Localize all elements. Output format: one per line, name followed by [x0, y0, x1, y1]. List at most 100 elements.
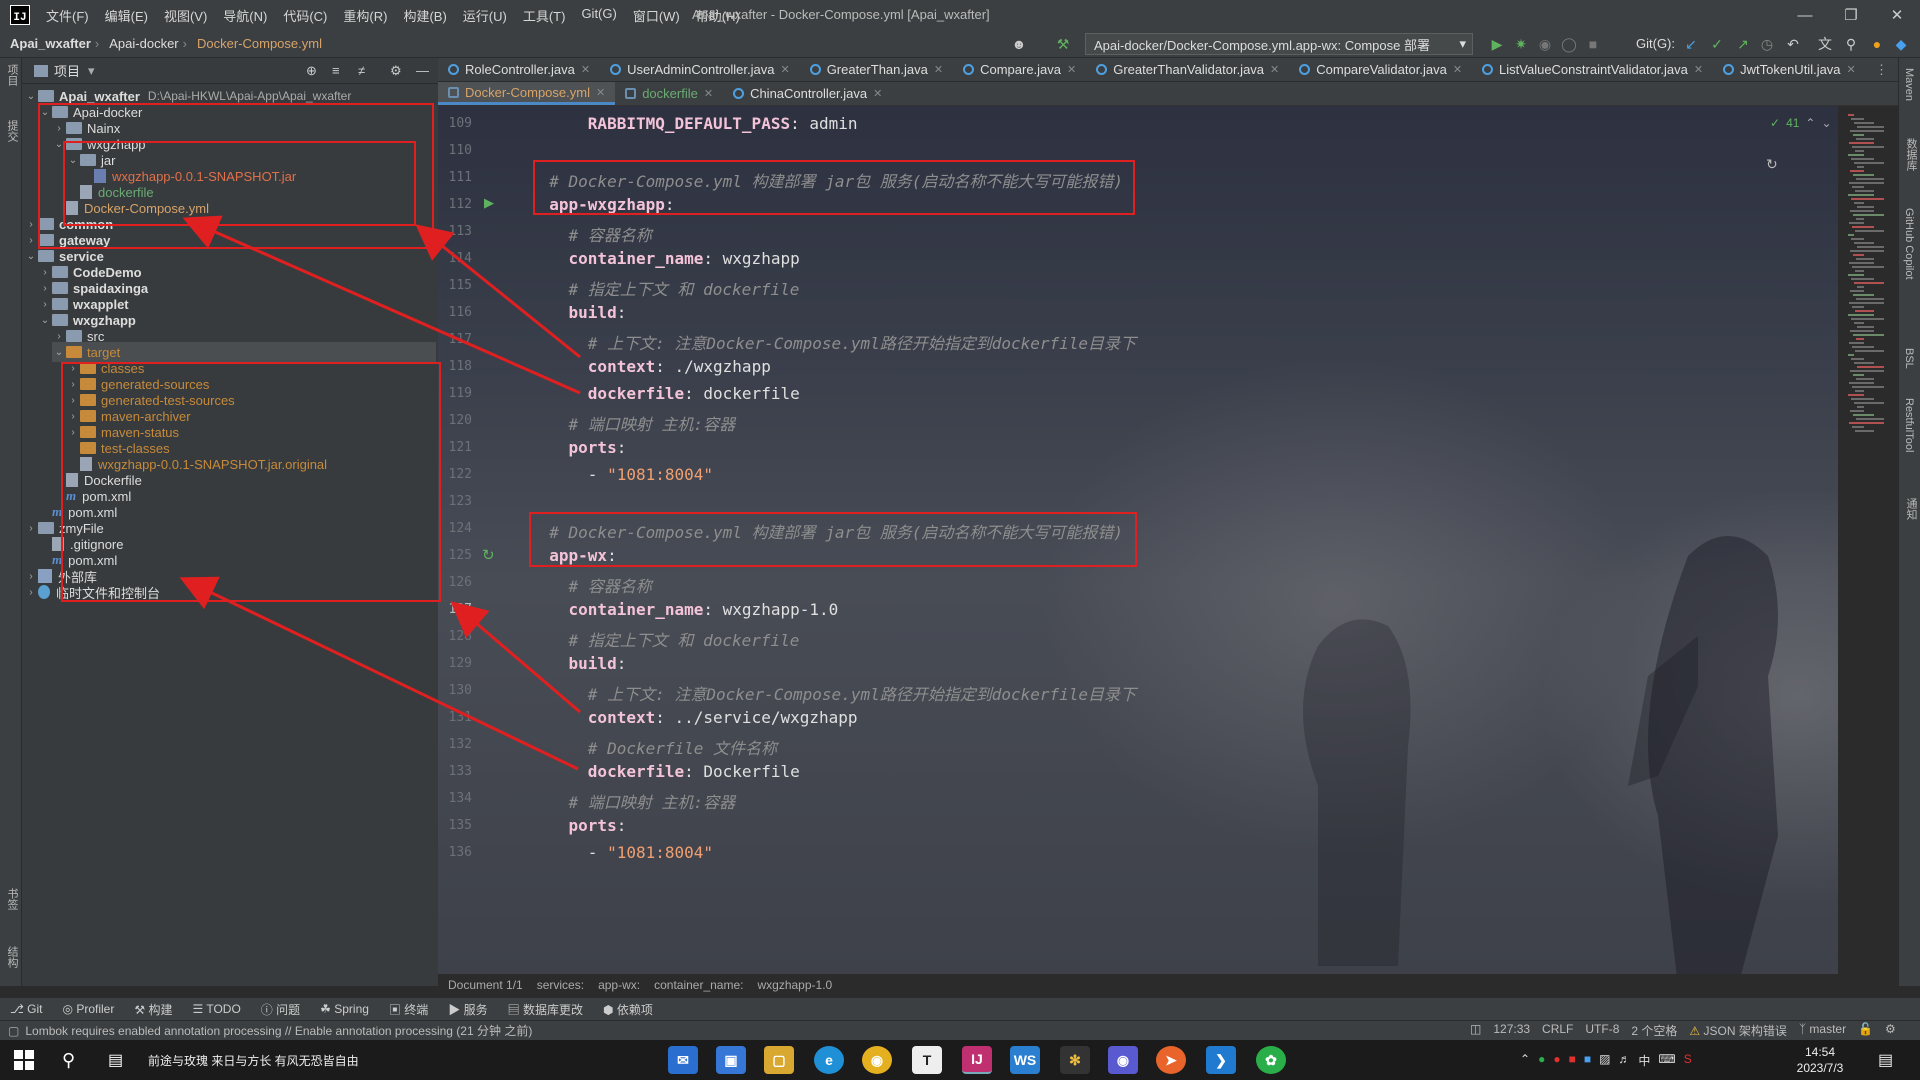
git-commit-icon[interactable]: ✓ — [1708, 35, 1726, 53]
structure-crumb[interactable]: app-wx: — [598, 978, 640, 992]
file-explorer-icon[interactable]: ▢ — [764, 1046, 794, 1074]
run-gutter-icon[interactable]: ▶ — [484, 195, 494, 211]
reload-icon[interactable]: ↻ — [1766, 156, 1778, 173]
tool-window-button[interactable]: ▣ 终端 — [379, 1001, 438, 1018]
close-tab-icon[interactable]: ✕ — [1453, 63, 1462, 76]
chevron-right-icon[interactable]: › — [24, 587, 38, 598]
chevron-right-icon[interactable]: › — [38, 283, 52, 294]
close-tab-icon[interactable]: ✕ — [1847, 63, 1856, 76]
code-line[interactable]: dockerfile: Dockerfile — [530, 762, 800, 781]
code-line[interactable]: # 指定上下文 和 dockerfile — [530, 276, 800, 300]
coverage-icon[interactable]: ◉ — [1536, 35, 1554, 53]
code-line[interactable]: ports: — [530, 438, 627, 457]
chevron-down-icon[interactable]: ⌄ — [38, 315, 52, 326]
run-icon[interactable]: ▶ — [1488, 35, 1506, 53]
menu-item[interactable]: 运行(U) — [455, 6, 515, 25]
chevron-right-icon[interactable]: › — [52, 331, 66, 342]
editor-tab[interactable]: Compare.java ✕ — [953, 58, 1086, 81]
editor-tab[interactable]: JwtTokenUtil.java ✕ — [1713, 58, 1866, 81]
taskbar-song-text[interactable]: 前途与玫瑰 来日与方长 有风无恐皆自由 — [148, 1052, 359, 1069]
locate-icon[interactable]: ⊕ — [306, 63, 317, 79]
code-line[interactable]: context: ./wxgzhapp — [530, 357, 771, 376]
translate-icon[interactable]: 文 — [1816, 35, 1834, 53]
editor-tab[interactable]: Docker-Compose.yml ✕ — [438, 82, 616, 105]
search-icon[interactable]: ⚲ — [1842, 35, 1860, 53]
code-line[interactable]: # 端口映射 主机:容器 — [530, 789, 736, 813]
project-tool-tab[interactable]: 项目 — [4, 64, 20, 86]
user-icon[interactable]: ☻ — [1010, 35, 1028, 53]
menu-item[interactable]: 代码(C) — [275, 6, 335, 25]
code-line[interactable]: container_name: wxgzhapp — [530, 249, 800, 268]
close-tab-icon[interactable]: ✕ — [934, 63, 943, 76]
hide-panel-icon[interactable]: — — [416, 63, 429, 78]
menu-item[interactable]: 重构(R) — [335, 6, 395, 25]
menu-item[interactable]: 文件(F) — [38, 6, 97, 25]
breadcrumb-folder[interactable]: Apai-docker — [99, 36, 182, 51]
build-hammer-icon[interactable]: ⚒ — [1054, 35, 1072, 53]
stop-icon[interactable]: ■ — [1584, 35, 1602, 53]
chevron-down-icon[interactable]: ⌄ — [52, 347, 66, 358]
chevron-down-icon[interactable]: ▾ — [88, 63, 95, 79]
restore-button[interactable]: ❐ — [1828, 0, 1874, 30]
menu-item[interactable]: Git(G) — [573, 6, 624, 25]
notification-center-icon[interactable]: ▤ — [1878, 1050, 1893, 1070]
caret-position[interactable]: 127:33 — [1493, 1022, 1530, 1039]
close-tab-icon[interactable]: ✕ — [780, 63, 789, 76]
tray-expand-icon[interactable]: ⌃ — [1520, 1052, 1530, 1069]
close-button[interactable]: ✕ — [1874, 0, 1920, 30]
event-icon[interactable]: ▢ — [8, 1024, 19, 1038]
keyboard-tray-icon[interactable]: ⌨ — [1658, 1052, 1675, 1069]
code-line[interactable]: # 上下文: 注意Docker-Compose.yml路径开始指定到docker… — [530, 330, 1136, 354]
tool-window-button[interactable]: ⓘ 问题 — [251, 1001, 310, 1018]
chevron-right-icon[interactable]: › — [38, 267, 52, 278]
chevron-down-icon[interactable]: ⌄ — [1821, 116, 1831, 130]
git-update-icon[interactable]: ↙ — [1682, 35, 1700, 53]
chevron-down-icon[interactable]: ⌄ — [24, 251, 38, 262]
ide-logo-icon[interactable]: ◆ — [1892, 35, 1910, 53]
chevron-right-icon[interactable]: › — [24, 235, 38, 246]
store-app-icon[interactable]: ▣ — [716, 1046, 746, 1074]
close-tab-icon[interactable]: ✕ — [596, 86, 605, 99]
menu-item[interactable]: 窗口(W) — [625, 6, 688, 25]
code-line[interactable]: # 端口映射 主机:容器 — [530, 411, 736, 435]
rollback-icon[interactable]: ↶ — [1784, 35, 1802, 53]
profile-icon[interactable]: ◯ — [1560, 35, 1578, 53]
collapse-all-icon[interactable]: ≠ — [358, 63, 365, 78]
git-history-icon[interactable]: ◷ — [1758, 35, 1776, 53]
run-configuration-select[interactable]: Apai-docker/Docker-Compose.yml.app-wx: C… — [1085, 33, 1473, 55]
volume-tray-icon[interactable]: ♬ — [1618, 1052, 1630, 1069]
inspection-widget[interactable]: ✓ 41 ⌃ ⌄ — [1770, 116, 1832, 130]
tool-window-button[interactable]: ◎ Profiler — [53, 1002, 125, 1016]
chevron-right-icon[interactable]: › — [24, 571, 38, 582]
bsl-tool-tab[interactable]: BSL — [1903, 348, 1915, 369]
sogou-tray-icon[interactable]: S — [1684, 1052, 1692, 1069]
code-line[interactable]: # Dockerfile 文件名称 — [530, 735, 777, 759]
menu-item[interactable]: 编辑(E) — [97, 6, 156, 25]
netease-tray-icon[interactable]: ● — [1553, 1052, 1560, 1069]
commit-tool-tab[interactable]: 提交 — [4, 120, 20, 142]
menu-item[interactable]: 工具(T) — [515, 6, 574, 25]
menu-item[interactable]: 导航(N) — [215, 6, 275, 25]
structure-crumb[interactable]: services: — [537, 978, 584, 992]
memory-icon[interactable]: ⚙ — [1885, 1022, 1896, 1039]
tool-window-button[interactable]: ⚒ 构建 — [124, 1001, 182, 1018]
editor-tab[interactable]: ListValueConstraintValidator.java ✕ — [1472, 58, 1713, 81]
chevron-down-icon[interactable]: ⌄ — [24, 91, 38, 102]
code-line[interactable]: RABBITMQ_DEFAULT_PASS: admin — [530, 114, 858, 133]
chevron-right-icon[interactable]: › — [38, 299, 52, 310]
close-tab-icon[interactable]: ✕ — [1270, 63, 1279, 76]
structure-tool-tab[interactable]: 结构 — [4, 946, 20, 968]
indent-setting[interactable]: 2 个空格 — [1631, 1022, 1677, 1039]
chrome-browser-icon[interactable]: ◉ — [862, 1046, 892, 1074]
chevron-up-icon[interactable]: ⌃ — [1805, 116, 1815, 130]
cloud-tray-icon[interactable]: ■ — [1584, 1052, 1591, 1069]
network-tray-icon[interactable]: ▨ — [1599, 1052, 1610, 1069]
windows-start-icon[interactable] — [14, 1050, 34, 1070]
breadcrumb-project[interactable]: Apai_wxafter — [0, 36, 95, 51]
close-tab-icon[interactable]: ✕ — [704, 87, 713, 100]
navicat-app-icon[interactable]: ✻ — [1060, 1046, 1090, 1074]
tool-window-button[interactable]: ▤ 数据库更改 — [498, 1001, 593, 1018]
rerun-gutter-icon[interactable]: ↻ — [482, 546, 495, 564]
code-line[interactable]: build: — [530, 303, 627, 322]
tool-window-button[interactable]: ▶ 服务 — [438, 1001, 497, 1018]
